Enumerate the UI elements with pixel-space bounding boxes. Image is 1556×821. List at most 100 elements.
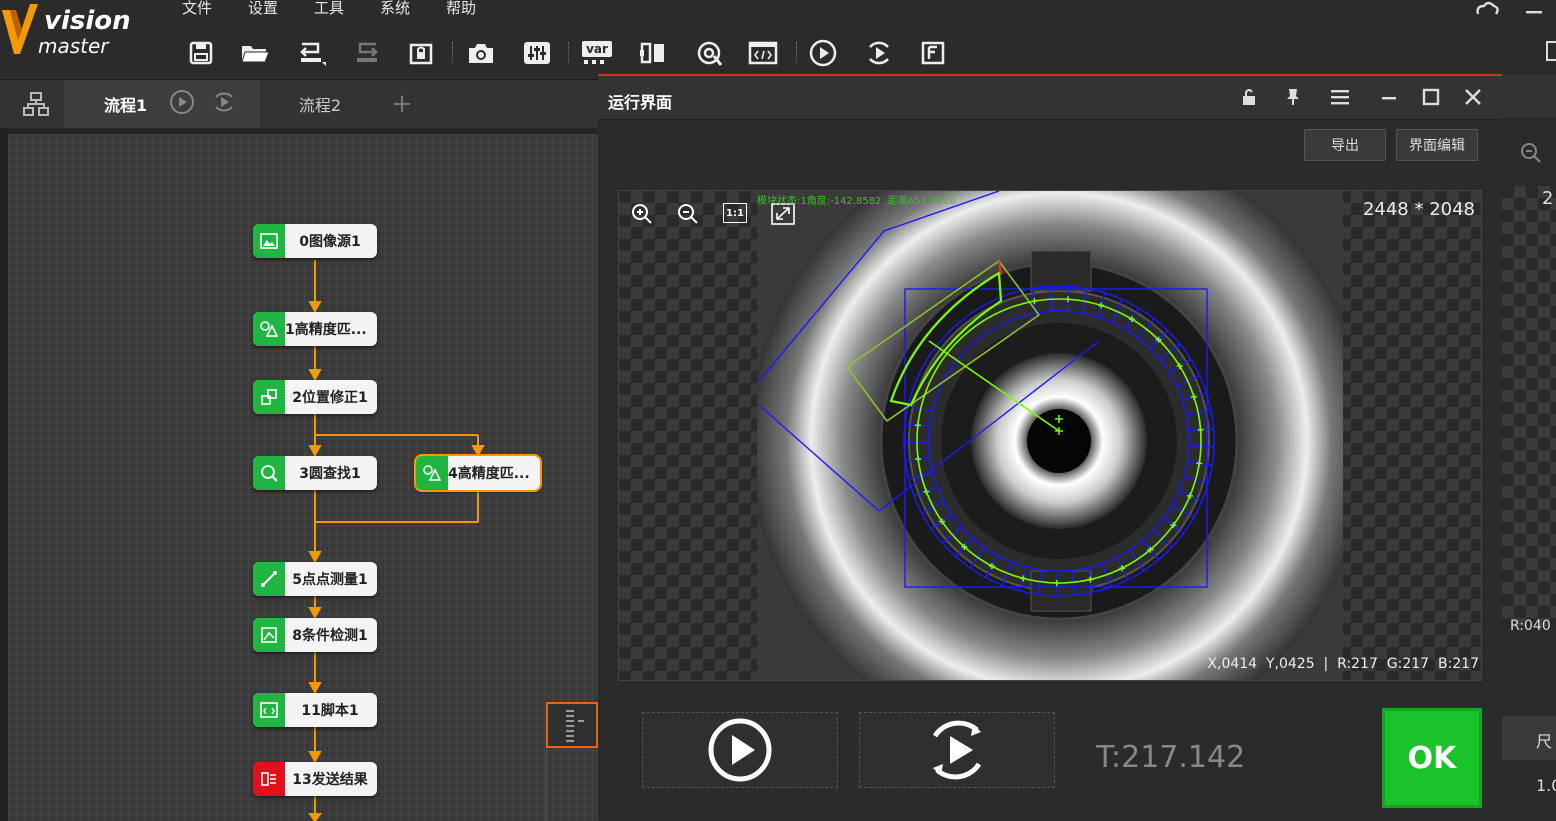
module-status-text: 模块状态:1角度:-142.8582 ,距离651.8016 bbox=[757, 196, 956, 207]
script-code-icon[interactable] bbox=[746, 36, 780, 70]
node-label: 1高精度匹... bbox=[285, 322, 367, 338]
edit-ui-button[interactable]: 界面编辑 bbox=[1396, 129, 1478, 161]
toolbar-separator bbox=[568, 42, 569, 62]
table-header-size: 尺 bbox=[1536, 732, 1553, 751]
actual-size-button[interactable]: 1:1 bbox=[723, 203, 747, 223]
menu-tools[interactable]: 工具 bbox=[314, 0, 344, 16]
node-label: 8条件检测1 bbox=[292, 628, 368, 644]
right-pane-label: 2 bbox=[1542, 188, 1554, 209]
flow-node-image-source[interactable]: 0图像源1 bbox=[253, 224, 377, 258]
zoom-search-icon[interactable] bbox=[1520, 142, 1542, 168]
vision-master-logo: vision master bbox=[0, 0, 160, 62]
node-label: 4高精度匹... bbox=[448, 466, 530, 482]
cycle-time-readout: T:217.142 bbox=[1096, 740, 1246, 775]
flow-tab-bar: 流程1 流程2 + bbox=[0, 80, 598, 128]
logo-text-master: master bbox=[38, 34, 109, 58]
run-once-button[interactable] bbox=[642, 712, 838, 788]
flow-node-circle-find[interactable]: 3圆查找1 bbox=[253, 456, 377, 490]
menu-file[interactable]: 文件 bbox=[182, 0, 212, 16]
run-window: 运行界面 导出 界面编辑 1:1 模块状态:1角度:-142.8582 ,距离6… bbox=[598, 74, 1502, 821]
flow-node-send-result[interactable]: 13发送结果 bbox=[253, 762, 377, 796]
pixel-info-readout: X,0414 Y,0425 | R:217 G:217 B:217 bbox=[1207, 656, 1479, 672]
flow-node-high-precision-match-4[interactable]: 4高精度匹... bbox=[414, 454, 542, 492]
run-window-title: 运行界面 bbox=[608, 93, 673, 112]
maximize-icon[interactable] bbox=[1422, 88, 1440, 110]
right-preview-area bbox=[1502, 186, 1556, 626]
script-icon bbox=[253, 693, 285, 727]
run-continuous-button[interactable] bbox=[859, 712, 1055, 788]
flow1-run-icon[interactable] bbox=[169, 89, 195, 119]
template-match-icon bbox=[253, 312, 285, 346]
flow1-loop-icon[interactable] bbox=[211, 89, 237, 119]
camera-icon[interactable] bbox=[464, 36, 498, 70]
ok-result-indicator: OK bbox=[1382, 708, 1482, 808]
add-flow-button[interactable]: + bbox=[380, 80, 424, 128]
tab-flow2-label: 流程2 bbox=[298, 96, 342, 115]
communication-icon[interactable] bbox=[636, 36, 670, 70]
tab-flow1-label: 流程1 bbox=[104, 96, 148, 115]
export-button[interactable]: 导出 bbox=[1304, 129, 1386, 161]
open-folder-icon[interactable] bbox=[238, 36, 272, 70]
flow-canvas[interactable]: 0图像源1 1高精度匹... 2位置修正1 3圆查找1 4高精度匹... 5点点… bbox=[8, 134, 598, 821]
menu-settings[interactable]: 设置 bbox=[248, 0, 278, 16]
flow-tree-icon[interactable] bbox=[8, 80, 64, 128]
right-pane-r-value: R:040 bbox=[1510, 618, 1551, 634]
cloud-icon[interactable] bbox=[1474, 0, 1500, 20]
circle-find-icon bbox=[253, 456, 285, 490]
node-label: 11脚本1 bbox=[301, 703, 359, 719]
flow-node-script[interactable]: 11脚本1 bbox=[253, 693, 377, 727]
flow-node-point-measure[interactable]: 5点点测量1 bbox=[253, 562, 377, 596]
inspection-image bbox=[757, 191, 1343, 680]
node-label: 0图像源1 bbox=[299, 234, 361, 250]
node-label: 5点点测量1 bbox=[292, 572, 368, 588]
play-icon bbox=[708, 718, 772, 782]
right-pane-header bbox=[1502, 74, 1556, 118]
global-trigger-icon[interactable] bbox=[692, 36, 726, 70]
minimap-divider bbox=[546, 748, 547, 821]
image-viewer[interactable]: 1:1 模块状态:1角度:-142.8582 ,距离651.8016 2448 … bbox=[618, 190, 1482, 681]
zoom-in-icon[interactable] bbox=[631, 203, 653, 229]
node-label: 3圆查找1 bbox=[299, 466, 361, 482]
flow-node-high-precision-match-1[interactable]: 1高精度匹... bbox=[253, 312, 377, 346]
measure-line-icon bbox=[253, 562, 285, 596]
right-property-pane: 2 R:040 尺 1.0 bbox=[1502, 74, 1556, 821]
right-table-header: 尺 bbox=[1502, 716, 1556, 760]
run-loop-icon[interactable] bbox=[862, 36, 896, 70]
unlock-icon[interactable] bbox=[1240, 87, 1258, 111]
run-once-icon[interactable] bbox=[806, 36, 840, 70]
svg-text:var: var bbox=[586, 42, 608, 56]
tab-flow2[interactable]: 流程2 bbox=[262, 80, 378, 128]
fast-mode-icon[interactable] bbox=[916, 36, 950, 70]
image-resolution: 2448 * 2048 bbox=[1362, 199, 1475, 220]
run-window-header: 运行界面 bbox=[598, 76, 1502, 120]
redo-disabled-icon[interactable] bbox=[350, 36, 384, 70]
top-toolbar: vision master 文件 设置 工具 系统 帮助 var bbox=[0, 0, 1556, 80]
save-as-icon[interactable] bbox=[294, 36, 328, 70]
sliders-icon[interactable] bbox=[520, 36, 554, 70]
flow-node-condition-check[interactable]: 8条件检测1 bbox=[253, 618, 377, 652]
logo-text-vision: vision bbox=[44, 6, 131, 36]
menu-icon[interactable] bbox=[1330, 88, 1350, 110]
window-minimize-icon[interactable] bbox=[1524, 4, 1544, 23]
canvas-minimap[interactable] bbox=[546, 702, 598, 748]
menu-system[interactable]: 系统 bbox=[380, 0, 410, 16]
loop-play-icon bbox=[932, 720, 982, 780]
zoom-out-icon[interactable] bbox=[677, 203, 699, 229]
node-label: 13发送结果 bbox=[292, 772, 368, 788]
menu-help[interactable]: 帮助 bbox=[446, 0, 476, 16]
condition-icon bbox=[253, 618, 285, 652]
save-icon[interactable] bbox=[184, 36, 218, 70]
position-fix-icon bbox=[253, 380, 285, 414]
window-restore-icon[interactable] bbox=[1546, 40, 1556, 66]
variable-icon[interactable]: var bbox=[580, 36, 614, 70]
lock-file-icon[interactable] bbox=[404, 36, 438, 70]
flow-node-position-correction[interactable]: 2位置修正1 bbox=[253, 380, 377, 414]
toolbar-separator bbox=[452, 42, 453, 62]
toolbar-separator bbox=[796, 42, 797, 62]
tab-flow1[interactable]: 流程1 bbox=[64, 80, 260, 128]
send-result-icon bbox=[253, 762, 285, 796]
pin-icon[interactable] bbox=[1284, 87, 1302, 111]
close-icon[interactable] bbox=[1464, 88, 1482, 110]
image-icon bbox=[253, 224, 285, 258]
minimize-icon[interactable] bbox=[1380, 88, 1398, 110]
